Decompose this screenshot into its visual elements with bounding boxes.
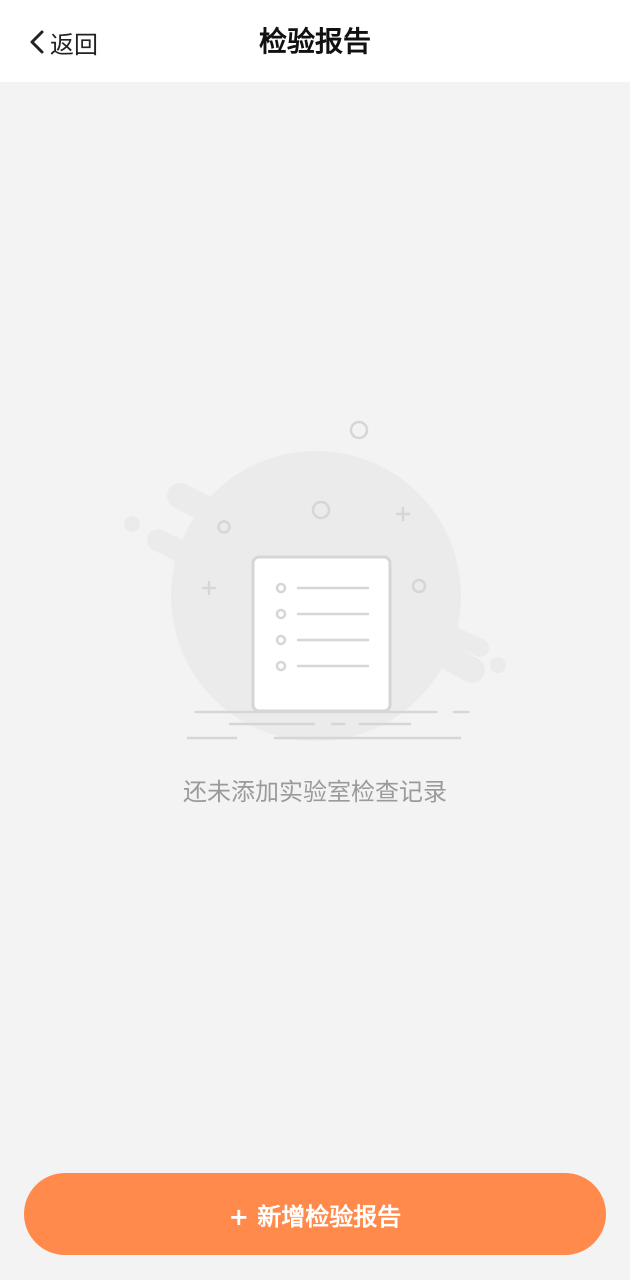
page-title: 检验报告 [258, 25, 371, 58]
add-lab-report-button[interactable]: + 新增检验报告 [24, 1173, 606, 1255]
empty-report-icon [124, 420, 506, 741]
empty-state-message: 还未添加实验室检查记录 [183, 778, 447, 806]
top-navigation-bar: 返回 检验报告 [0, 0, 630, 82]
